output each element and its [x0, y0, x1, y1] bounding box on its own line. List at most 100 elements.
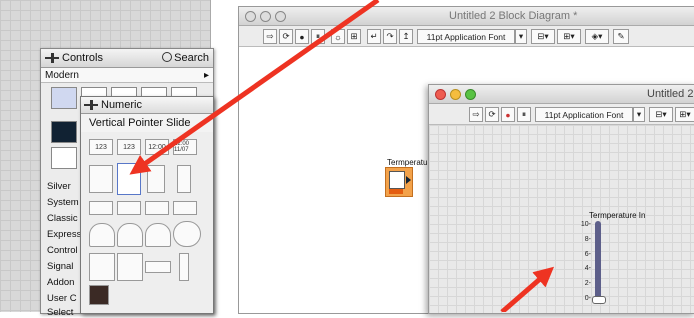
numeric-control-icon[interactable]: 123 — [89, 139, 113, 155]
font-dropdown[interactable]: 11pt Application Font — [535, 107, 633, 122]
numeric-subpalette: Numeric Vertical Pointer Slide 123 123 1… — [80, 96, 214, 314]
category-silver[interactable]: Silver — [47, 181, 71, 192]
step-over-button[interactable]: ↷ — [383, 29, 397, 44]
font-dropdown-arrow[interactable]: ▾ — [515, 29, 527, 44]
vertical-scrollbar-icon[interactable] — [179, 253, 189, 281]
font-dropdown-label: 11pt Application Font — [426, 31, 506, 42]
category-system[interactable]: System — [47, 197, 79, 208]
numeric-palette-icon[interactable] — [51, 87, 77, 109]
minimize-button[interactable] — [450, 89, 461, 100]
slider-tick-label: 2- — [584, 280, 591, 288]
close-button[interactable] — [245, 11, 256, 22]
run-continuously-button[interactable]: ⟳ — [485, 107, 499, 122]
gauge-icon[interactable] — [173, 221, 201, 247]
slider-tick-label: 6- — [584, 250, 591, 258]
modern-label: Modern — [45, 69, 79, 81]
numeric-indicator-icon[interactable]: 123 — [117, 139, 141, 155]
step-into-button[interactable]: ↵ — [367, 29, 381, 44]
thermometer-icon[interactable] — [117, 253, 143, 281]
terminal-output-arrow-icon — [406, 176, 411, 184]
step-out-button[interactable]: ↥ — [399, 29, 413, 44]
category-user-controls[interactable]: User C — [47, 293, 77, 304]
block-diagram-title: Untitled 2 Block Diagram * — [449, 10, 578, 22]
run-button[interactable]: ⇨ — [469, 107, 483, 122]
window-controls — [245, 11, 286, 22]
expand-arrow-icon: ▸ — [203, 69, 209, 81]
controls-palette-title: Controls — [62, 52, 103, 64]
clean-up-diagram-button[interactable]: ✎ — [613, 29, 629, 44]
pin-icon[interactable] — [45, 53, 59, 63]
reorder-button[interactable]: ◈▾ — [585, 29, 609, 44]
horizontal-graduated-bar-icon[interactable] — [173, 201, 197, 215]
pause-button[interactable]: ⏸ — [517, 107, 531, 122]
pause-button[interactable]: ⏸ — [311, 29, 325, 44]
temperature-terminal[interactable] — [385, 167, 413, 197]
slider-tick-label: 10- — [580, 221, 591, 228]
front-panel-title: Untitled 2 — [647, 88, 694, 100]
tank-icon[interactable] — [89, 253, 115, 281]
category-signal[interactable]: Signal — [47, 261, 73, 272]
font-dropdown[interactable]: 11pt Application Font — [417, 29, 515, 44]
close-button[interactable] — [435, 89, 446, 100]
shapes-palette-icon[interactable] — [51, 147, 77, 169]
horizontal-pointer-slide-icon[interactable] — [117, 201, 141, 215]
terminal-slider-icon — [389, 171, 405, 189]
block-diagram-toolbar: ⇨ ⟳ ● ⏸ ☼ ⊞ ↵ ↷ ↥ 11pt Application Font … — [239, 26, 694, 47]
modern-category[interactable]: Modern ▸ — [41, 68, 213, 83]
align-objects-button[interactable]: ⊟▾ — [531, 29, 555, 44]
zoom-button[interactable] — [465, 89, 476, 100]
vertical-fill-slide-icon[interactable] — [89, 165, 113, 193]
window-gap — [210, 0, 239, 312]
category-classic[interactable]: Classic — [47, 213, 78, 224]
numeric-subpalette-title: Numeric — [101, 99, 142, 111]
front-panel-canvas[interactable] — [429, 125, 694, 313]
category-express[interactable]: Express — [47, 229, 81, 240]
slider-label: Termperature In — [589, 211, 646, 220]
highlight-execution-button[interactable]: ☼ — [331, 29, 345, 44]
retain-wire-values-button[interactable]: ⊞ — [347, 29, 361, 44]
search-icon[interactable] — [162, 52, 173, 62]
minimize-button[interactable] — [260, 11, 271, 22]
meter-icon[interactable] — [145, 223, 171, 247]
vertical-graduated-bar-icon[interactable] — [177, 165, 191, 193]
horizontal-scrollbar-icon[interactable] — [145, 261, 171, 273]
controls-palette-header: Controls Search — [41, 49, 213, 68]
horizontal-progress-bar-icon[interactable] — [145, 201, 169, 215]
front-panel-toolbar: ⇨ ⟳ ● ⏸ 11pt Application Font ▾ ⊟▾ ⊞▾ — [429, 104, 694, 125]
time-stamp-control-icon[interactable]: 12:00 — [145, 139, 169, 155]
vertical-progress-bar-icon[interactable] — [147, 165, 165, 193]
font-dropdown-arrow[interactable]: ▾ — [633, 107, 645, 122]
abort-button[interactable]: ● — [501, 107, 515, 122]
graph-palette-icon[interactable] — [51, 121, 77, 143]
terminal-label: Termperatu — [387, 158, 428, 167]
numeric-subpalette-header: Numeric — [81, 97, 213, 114]
category-addon[interactable]: Addon — [47, 277, 74, 288]
pin-icon[interactable] — [84, 100, 98, 110]
dial-icon[interactable] — [117, 223, 143, 247]
run-button[interactable]: ⇨ — [263, 29, 277, 44]
search-button[interactable]: Search — [174, 52, 209, 64]
run-continuously-button[interactable]: ⟳ — [279, 29, 293, 44]
slider-scale: 10- 8- 6- 4- 2- 0- — [575, 221, 595, 302]
knob-icon[interactable] — [89, 223, 115, 247]
zoom-button[interactable] — [275, 11, 286, 22]
temperature-slider-thumb[interactable] — [592, 296, 606, 304]
time-stamp-indicator-icon[interactable]: 12:00 11/07 — [173, 139, 197, 155]
align-objects-button[interactable]: ⊟▾ — [649, 107, 673, 122]
distribute-objects-button[interactable]: ⊞▾ — [557, 29, 581, 44]
temperature-slider-track[interactable] — [595, 221, 601, 303]
font-dropdown-label: 11pt Application Font — [544, 109, 624, 120]
front-panel-window: Untitled 2 ⇨ ⟳ ● ⏸ 11pt Application Font… — [428, 84, 694, 314]
color-box-icon[interactable] — [89, 285, 109, 305]
block-diagram-titlebar: Untitled 2 Block Diagram * — [239, 7, 694, 26]
horizontal-fill-slide-icon[interactable] — [89, 201, 113, 215]
vertical-pointer-slide-icon[interactable] — [117, 163, 141, 195]
abort-button[interactable]: ● — [295, 29, 309, 44]
slider-tick-label: 4- — [584, 265, 591, 273]
category-select[interactable]: Select — [47, 307, 73, 318]
window-controls — [435, 89, 476, 100]
slider-tick-label: 0- — [584, 295, 591, 302]
distribute-objects-button[interactable]: ⊞▾ — [675, 107, 694, 122]
control-tooltip: Vertical Pointer Slide — [81, 114, 213, 132]
category-control[interactable]: Control — [47, 245, 78, 256]
